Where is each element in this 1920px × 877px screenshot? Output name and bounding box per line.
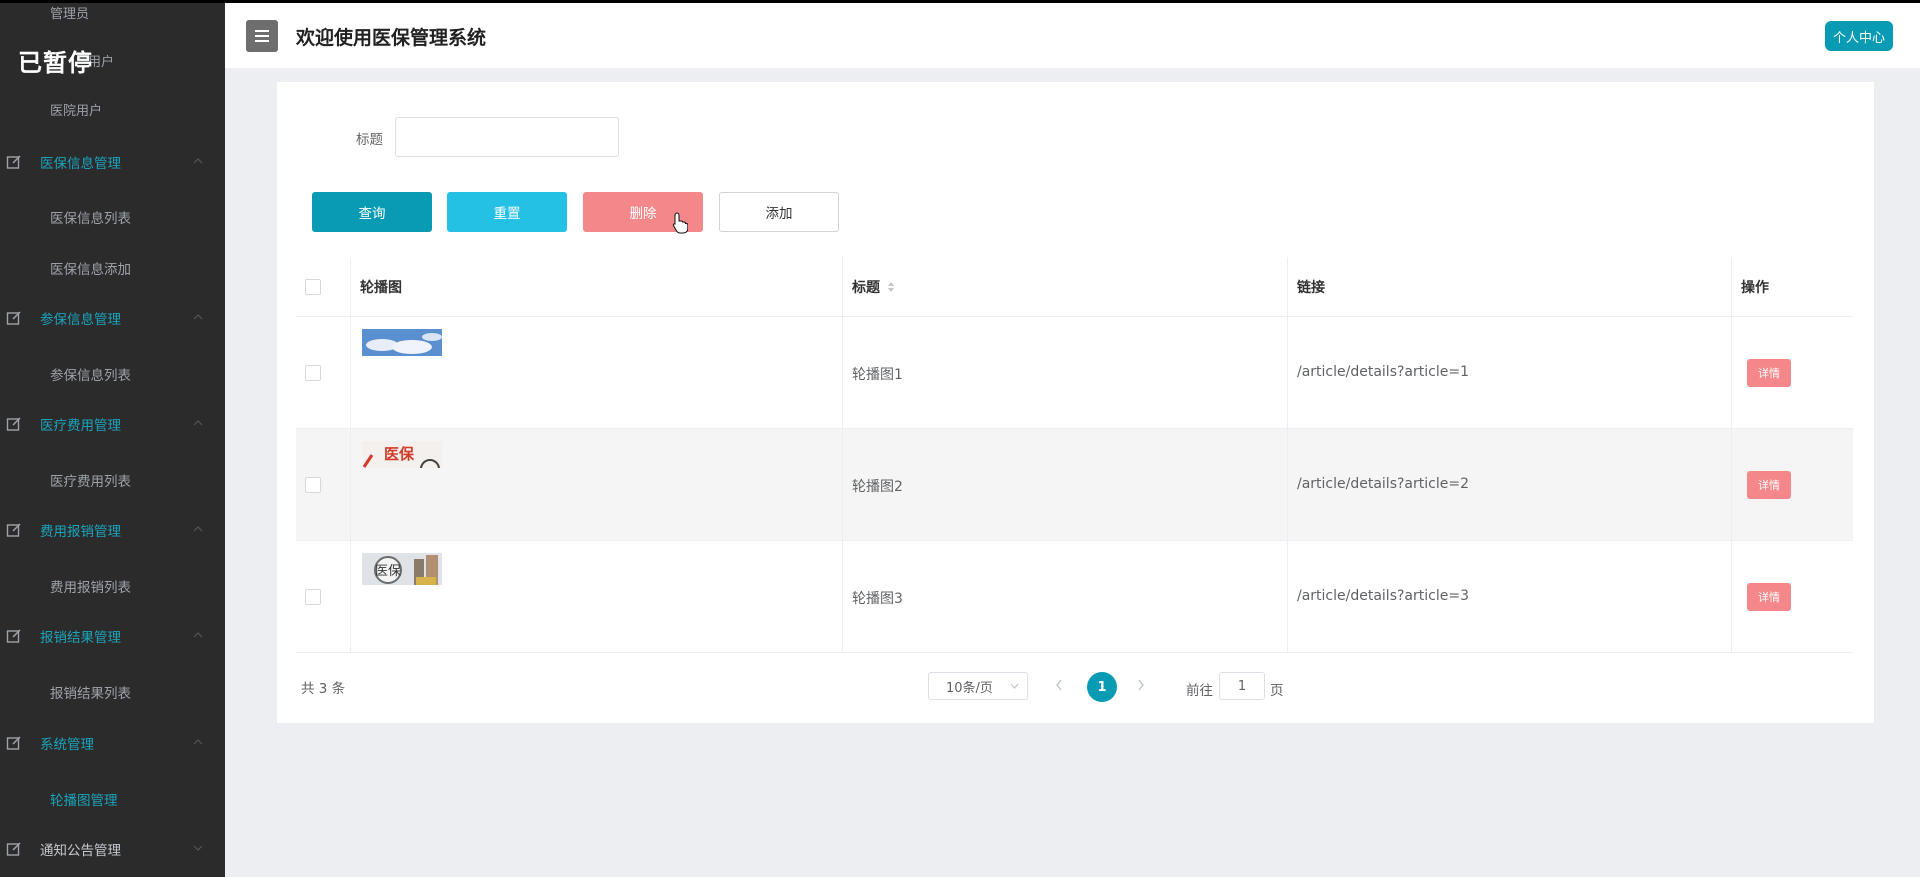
- menu-toggle-button[interactable]: [246, 20, 278, 52]
- carousel-image-sky: [362, 329, 442, 356]
- sidebar-item-label: 管理员: [50, 7, 90, 22]
- sidebar-item-enrollment-list[interactable]: 参保信息列表: [50, 364, 131, 384]
- edit-icon: [6, 842, 21, 856]
- chevron-up-icon: [193, 739, 203, 745]
- sidebar-item-costs-list[interactable]: 医疗费用列表: [50, 470, 131, 490]
- row-link: /article/details?article=2: [1297, 476, 1469, 492]
- sidebar-item-label: 轮播图管理: [50, 793, 118, 809]
- goto-page-input[interactable]: [1219, 672, 1265, 700]
- sidebar-menu-system[interactable]: 系统管理: [0, 728, 225, 758]
- sidebar-item-label: 医保信息列表: [50, 211, 131, 227]
- sidebar-item-admin[interactable]: 管理员: [50, 3, 89, 22]
- row-title: 轮播图2: [852, 479, 903, 495]
- column-header-action: 操作: [1741, 280, 1769, 296]
- next-page-icon[interactable]: [1136, 678, 1146, 692]
- chevron-up-icon: [193, 526, 203, 532]
- sidebar-menu-label: 系统管理: [40, 737, 94, 753]
- sidebar-menu-label: 通知公告管理: [40, 843, 121, 859]
- title-search-input[interactable]: [395, 117, 619, 157]
- profile-button[interactable]: 个人中心: [1825, 21, 1893, 51]
- paused-overlay-text: 已暂停: [18, 49, 93, 77]
- content-card: 标题 查询 重置 删除 添加 轮播图 标题 链接 操作 轮播图1 /articl…: [277, 82, 1874, 723]
- edit-icon: [6, 311, 21, 325]
- column-header-title[interactable]: 标题: [852, 257, 896, 317]
- hand-cursor-icon: [672, 212, 688, 234]
- pagination-total: 共 3 条: [301, 681, 346, 697]
- sidebar-item-hospital-user[interactable]: 医院用户: [50, 100, 102, 119]
- detail-button[interactable]: 详情: [1747, 583, 1791, 611]
- sidebar-menu-notice[interactable]: 通知公告管理: [0, 834, 225, 864]
- sidebar-item-medical-add[interactable]: 医保信息添加: [50, 258, 131, 278]
- sidebar-menu-label: 医保信息管理: [40, 156, 121, 172]
- sidebar-item-reimbursement-list[interactable]: 费用报销列表: [50, 576, 131, 596]
- prev-page-icon[interactable]: [1054, 678, 1064, 692]
- search-label: 标题: [356, 132, 383, 148]
- goto-label: 前往: [1186, 683, 1213, 699]
- sidebar-menu-enrollment[interactable]: 参保信息管理: [0, 303, 225, 333]
- goto-unit: 页: [1270, 683, 1284, 699]
- table-header: 轮播图 标题 链接 操作: [296, 257, 1853, 317]
- sidebar-item-label: 参保信息列表: [50, 368, 131, 384]
- row-checkbox[interactable]: [305, 589, 321, 605]
- sidebar-menu-reimbursement-result[interactable]: 报销结果管理: [0, 621, 225, 651]
- sidebar-item-medical-list[interactable]: 医保信息列表: [50, 207, 131, 227]
- edit-icon: [6, 417, 21, 431]
- row-title: 轮播图1: [852, 367, 903, 383]
- chevron-up-icon: [193, 420, 203, 426]
- detail-button[interactable]: 详情: [1747, 359, 1791, 387]
- row-checkbox[interactable]: [305, 365, 321, 381]
- edit-icon: [6, 629, 21, 643]
- sidebar-item-carousel[interactable]: 轮播图管理: [50, 789, 118, 809]
- chevron-up-icon: [193, 314, 203, 320]
- sidebar-menu-label: 参保信息管理: [40, 312, 121, 328]
- carousel-image-insurance: 医保: [362, 441, 442, 468]
- row-link: /article/details?article=1: [1297, 364, 1469, 380]
- image-text: 医保: [384, 445, 415, 463]
- sort-icon[interactable]: [886, 280, 896, 294]
- sidebar-menu-reimbursement[interactable]: 费用报销管理: [0, 515, 225, 545]
- chevron-up-icon: [193, 632, 203, 638]
- detail-button[interactable]: 详情: [1747, 471, 1791, 499]
- top-header: 欢迎使用医保管理系统 个人中心: [225, 0, 1920, 68]
- table-row: 轮播图1 /article/details?article=1 详情: [296, 317, 1853, 429]
- column-header-image: 轮播图: [360, 280, 402, 296]
- sidebar-item-label: 费用报销列表: [50, 580, 131, 596]
- table-row: 医保 轮播图3 /article/details?article=3 详情: [296, 541, 1853, 653]
- sidebar-item-label: 医院用户: [50, 104, 103, 119]
- column-header-label: 标题: [852, 280, 880, 296]
- select-all-checkbox[interactable]: [305, 279, 321, 295]
- sidebar-menu-label: 报销结果管理: [40, 630, 121, 646]
- add-button[interactable]: 添加: [719, 192, 839, 232]
- edit-icon: [6, 523, 21, 537]
- sidebar-item-label: 医保信息添加: [50, 262, 131, 278]
- page-title: 欢迎使用医保管理系统: [296, 27, 487, 49]
- image-text: 医保: [375, 564, 401, 579]
- sidebar-menu-medical-costs[interactable]: 医疗费用管理: [0, 409, 225, 439]
- row-checkbox[interactable]: [305, 477, 321, 493]
- reset-button[interactable]: 重置: [447, 192, 567, 232]
- sidebar-item-label: 医疗费用列表: [50, 474, 131, 490]
- edit-icon: [6, 155, 21, 169]
- sidebar: 管理员 用户 医院用户 医保信息管理 医保信息列表 医保信息添加 参保信息管理 …: [0, 0, 225, 877]
- chevron-down-icon: [193, 845, 203, 851]
- edit-icon: [6, 736, 21, 750]
- chevron-up-icon: [193, 158, 203, 164]
- carousel-image-magnifier: 医保: [362, 553, 442, 585]
- row-title: 轮播图3: [852, 591, 903, 607]
- query-button[interactable]: 查询: [312, 192, 432, 232]
- page-size-select[interactable]: 10条/页: [928, 672, 1028, 700]
- sidebar-item-label: 报销结果列表: [50, 686, 131, 702]
- column-header-link: 链接: [1297, 280, 1325, 296]
- sidebar-menu-label: 医疗费用管理: [40, 418, 121, 434]
- hamburger-icon: [255, 30, 269, 42]
- chevron-down-icon: [1010, 683, 1019, 689]
- table-row: 医保 轮播图2 /article/details?article=2 详情: [296, 429, 1853, 541]
- page-size-value: 10条/页: [946, 680, 993, 696]
- sidebar-menu-label: 费用报销管理: [40, 524, 121, 540]
- carousel-table: 轮播图 标题 链接 操作 轮播图1 /article/details?artic…: [296, 257, 1853, 653]
- row-link: /article/details?article=3: [1297, 588, 1469, 604]
- sidebar-item-result-list[interactable]: 报销结果列表: [50, 682, 131, 702]
- sidebar-menu-medical-insurance[interactable]: 医保信息管理: [0, 147, 225, 177]
- page-number-current[interactable]: 1: [1087, 672, 1117, 702]
